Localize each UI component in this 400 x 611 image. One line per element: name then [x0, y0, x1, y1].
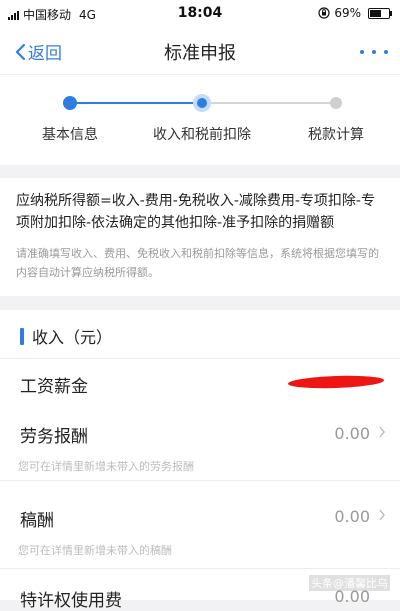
divider — [0, 568, 400, 569]
status-bar: 中国移动 4G 18:04 69% — [0, 0, 400, 28]
section-header: 收入（元） — [20, 324, 112, 348]
income-section: 收入（元） 工资薪金 劳务报酬 0.00 您可在详情里新增未带入的劳务报酬 稿酬… — [0, 310, 400, 611]
page-title: 标准申报 — [164, 43, 236, 64]
chevron-right-icon — [379, 509, 385, 521]
step-dot-1 — [63, 96, 77, 110]
redaction-mark — [287, 374, 385, 390]
formula-hint: 请准确填写收入、费用、免税收入和税前扣除等信息，系统将根据您填写的内容自动计算应… — [16, 247, 379, 279]
watermark: 头条@潘馨比乌 — [309, 575, 390, 591]
step-dot-3 — [330, 97, 342, 109]
row-label-writing: 稿酬 — [20, 511, 54, 531]
step-label-1: 基本信息 — [42, 127, 98, 143]
step-connector-2 — [202, 102, 336, 104]
battery-icon — [368, 7, 392, 19]
step-progress: 基本信息 收入和税前扣除 税款计算 — [0, 74, 400, 165]
section-title: 收入（元） — [32, 328, 113, 347]
divider — [0, 480, 400, 481]
row-value-writing: 0.00 — [334, 507, 370, 526]
status-right: 69% — [318, 6, 392, 20]
row-label-salary: 工资薪金 — [20, 377, 88, 397]
step-label-3: 税款计算 — [308, 127, 364, 143]
row-hint-writing: 您可在详情里新增未带入的稿酬 — [18, 544, 172, 557]
row-value-labor: 0.00 — [334, 424, 370, 443]
row-hint-labor: 您可在详情里新增未带入的劳务报酬 — [18, 460, 194, 473]
step-connector-1 — [70, 102, 202, 104]
step-label-2: 收入和税前扣除 — [153, 127, 251, 143]
nav-bar: 返回 标准申报 — [0, 28, 400, 74]
more-menu-icon[interactable] — [360, 50, 388, 54]
formula-panel: 应纳税所得额=收入-费用-免税收入-减除费用-专项扣除-专项附加扣除-依法确定的… — [0, 178, 400, 296]
section-accent-bar — [20, 327, 24, 345]
orientation-lock-icon — [318, 7, 330, 19]
step-dot-2-inner — [197, 98, 207, 108]
row-label-labor: 劳务报酬 — [20, 427, 88, 447]
chevron-right-icon — [379, 426, 385, 438]
battery-percent: 69% — [334, 6, 361, 20]
row-label-franchise: 特许权使用费 — [20, 591, 122, 611]
formula-text: 应纳税所得额=收入-费用-免税收入-减除费用-专项扣除-专项附加扣除-依法确定的… — [16, 193, 375, 231]
divider — [0, 358, 400, 359]
